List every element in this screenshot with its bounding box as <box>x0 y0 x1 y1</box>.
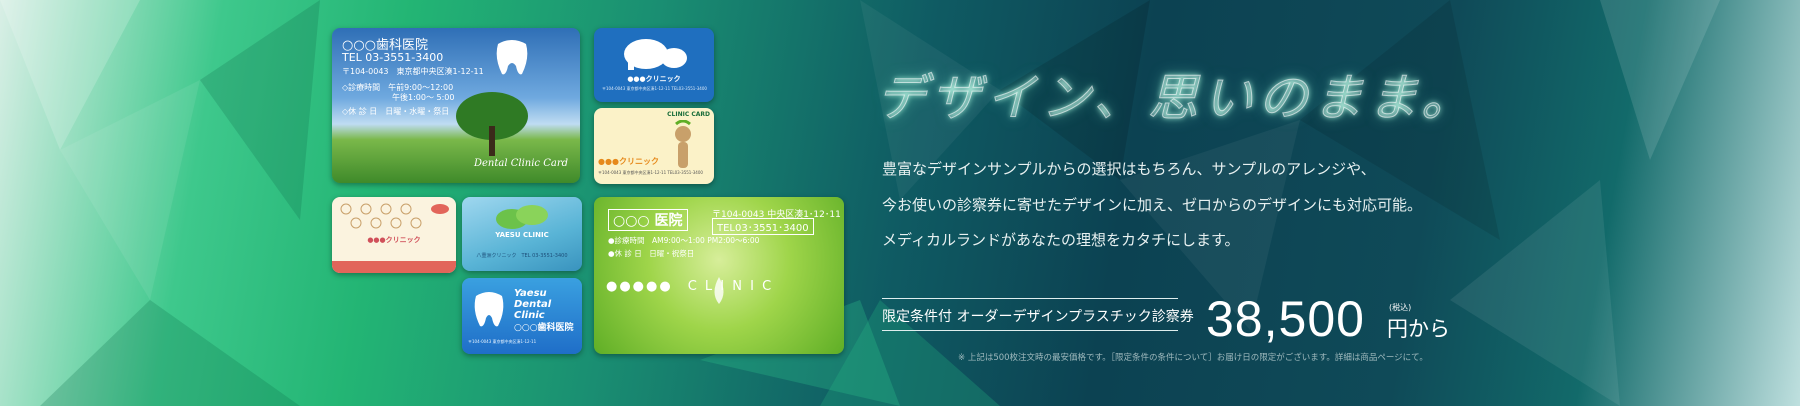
animal-faces-pattern-icon <box>340 203 449 229</box>
clinic-hours: ●診療時間 AM9:00～1:00 PM2:00～6:00 <box>608 236 760 245</box>
clinic-name: ●●●クリニック <box>367 236 421 244</box>
description-line-1: 豊富なデザインサンプルからの選択はもちろん、サンプルのアレンジや、 <box>882 160 1376 178</box>
hero-banner[interactable]: ○○○歯科医院 TEL 03-3551-3400 〒104-0043 東京都中央… <box>0 0 1800 406</box>
clinic-address: 〒104-0043 東京都中央区湊1-12-11 <box>342 67 484 76</box>
clinic-closed-days: ◇休 診 日 日曜・水曜・祭日 <box>342 107 450 116</box>
description-line-3: メディカルランドがあなたの理想をカタチにします。 <box>882 231 1240 249</box>
promo-divider-bottom <box>882 330 1178 331</box>
promo-label[interactable]: 限定条件付 オーダーデザインプラスチック診察券 <box>882 306 1194 326</box>
clinic-closed-days: ●休 診 日 日曜・祝祭日 <box>608 249 695 258</box>
clinic-name: ●●●クリニック <box>627 75 681 83</box>
clinic-logo: ●●●●● C L I N I C <box>606 279 774 294</box>
fine-print: 〒104-0043 東京都中央区湊1-12-11 TEL03-3551-3400 <box>602 86 707 91</box>
tree-icon <box>456 92 528 156</box>
sample-card-dental-sky[interactable]: ○○○歯科医院 TEL 03-3551-3400 〒104-0043 東京都中央… <box>332 28 580 183</box>
price-footnote: ※ 上記は500枚注文時の最安価格です。［限定条件の条件について］お届け日の限定… <box>958 353 1428 363</box>
sample-card-sprout[interactable]: CLINIC CARD ●●●クリニック 〒104-0043 東京都中央区湊1-… <box>594 108 714 184</box>
tooth-mascot-icon <box>496 40 528 75</box>
sample-card-tooth-blue[interactable]: Yaesu Dental Clinic ○○○歯科医院 〒104-0043 東京… <box>462 278 582 354</box>
clinic-name: ○○○ 医院 <box>608 209 688 231</box>
sprout-figure-icon <box>675 120 691 168</box>
clinic-tel: TEL 03-3551-3400 <box>342 51 444 64</box>
tooth-icon <box>474 292 504 327</box>
mint-leaf-icon <box>496 205 548 229</box>
clinic-hours-pm: 午後1:00～ 5:00 <box>392 93 455 102</box>
price-value: 38,500 <box>1206 291 1365 347</box>
clinic-name-jp: ○○○歯科医院 <box>514 323 574 333</box>
clinic-name: ●●●クリニック <box>598 157 659 166</box>
sample-card-green-drop[interactable]: ○○○ 医院 〒104-0043 中央区湊1･12･11 TEL03･3551･… <box>594 197 844 354</box>
card-footer-bar <box>332 261 456 273</box>
promo-divider-top <box>882 298 1178 299</box>
tax-note: (税込) <box>1389 303 1412 312</box>
fine-print: 〒104-0043 東京都中央区湊1-12-11 <box>468 339 537 344</box>
clinic-name: YAESU CLINIC <box>495 231 549 239</box>
fine-print: 八重洲クリニック TEL 03-3551-3400 <box>476 253 568 259</box>
water-drop-icon <box>714 277 724 304</box>
price-suffix: 円から <box>1387 317 1450 341</box>
headline: デザイン、思いのまま。 <box>876 69 1476 128</box>
sample-card-animals[interactable]: ●●●クリニック <box>332 197 456 273</box>
sample-card-elephant[interactable]: ●●●クリニック 〒104-0043 東京都中央区湊1-12-11 TEL03-… <box>594 28 714 102</box>
elephant-icon <box>624 39 687 70</box>
sample-card-mint[interactable]: YAESU CLINIC 八重洲クリニック TEL 03-3551-3400 <box>462 197 582 271</box>
clinic-tel: TEL03･3551･3400 <box>712 218 814 235</box>
card-label: Dental Clinic Card <box>474 158 568 169</box>
clinic-name-en: Yaesu Dental Clinic <box>514 288 552 321</box>
fine-print: 〒104-0043 東京都中央区湊1-12-11 TEL03-3551-3400 <box>598 170 703 175</box>
card-header: CLINIC CARD <box>667 111 710 118</box>
description-line-2: 今お使いの診察券に寄せたデザインに加え、ゼロからのデザインにも対応可能。 <box>882 196 1423 214</box>
